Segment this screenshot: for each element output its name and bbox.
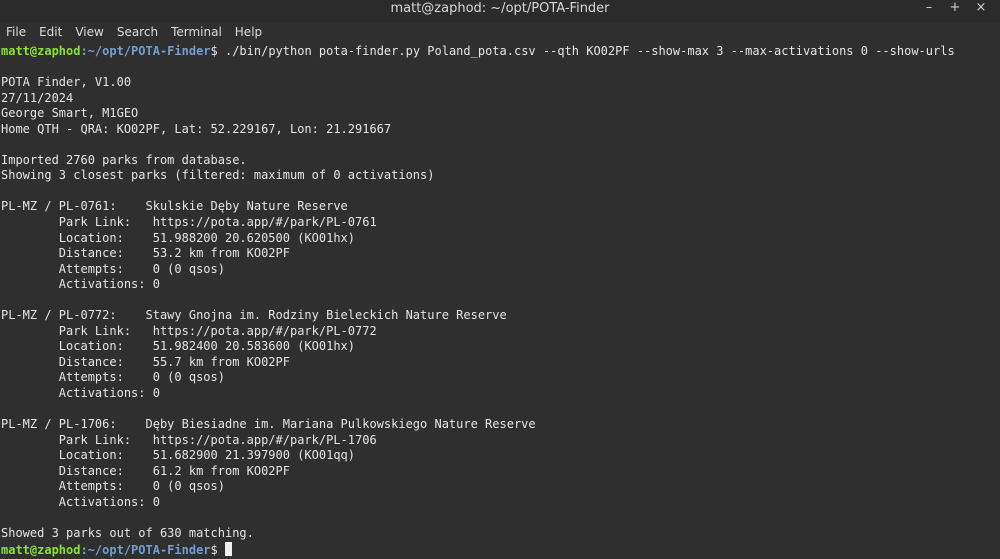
output-line: Attempts: 0 (0 qsos) xyxy=(1,261,225,276)
output-line: Showed 3 parks out of 630 matching. xyxy=(1,525,254,540)
output-line: Location: 51.982400 20.583600 (KO01hx) xyxy=(1,339,356,354)
menu-help[interactable]: Help xyxy=(235,22,262,42)
prompt-path: :~/opt/POTA-Finder xyxy=(80,542,211,557)
window-controls: – + × xyxy=(916,0,994,17)
window-title: matt@zaphod: ~/opt/POTA-Finder xyxy=(390,1,610,16)
prompt-line[interactable]: matt@zaphod:~/opt/POTA-Finder$ xyxy=(1,541,1000,558)
prompt-symbol: $ xyxy=(210,44,225,58)
output-line: Home QTH - QRA: KO02PF, Lat: 52.229167, … xyxy=(1,121,392,136)
output-line: Attempts: 0 (0 qsos) xyxy=(1,370,225,385)
menu-bar: File Edit View Search Terminal Help xyxy=(0,22,1000,42)
output-line: 27/11/2024 xyxy=(1,90,74,105)
command-text: ./bin/python pota-finder.py Poland_pota.… xyxy=(224,44,955,58)
menu-view[interactable]: View xyxy=(75,22,103,42)
menu-file[interactable]: File xyxy=(6,22,26,42)
output-line: Location: 51.988200 20.620500 (KO01hx) xyxy=(1,230,356,245)
output-line: PL-MZ / PL-1706: Dęby Biesiadne im. Mari… xyxy=(1,417,536,432)
prompt-path: :~/opt/POTA-Finder xyxy=(80,44,211,58)
terminal-window: matt@zaphod: ~/opt/POTA-Finder – + × Fil… xyxy=(0,0,1000,559)
output-line: Activations: 0 xyxy=(1,277,160,292)
terminal-output[interactable]: matt@zaphod:~/opt/POTA-Finder$ ./bin/pyt… xyxy=(0,42,1000,559)
title-bar[interactable]: matt@zaphod: ~/opt/POTA-Finder – + × xyxy=(0,0,1000,22)
output-line: Park Link: https://pota.app/#/park/PL-17… xyxy=(1,432,377,447)
output-line: Location: 51.682900 21.397900 (KO01qq) xyxy=(1,448,356,463)
output-line: PL-MZ / PL-0772: Stawy Gnojna im. Rodzin… xyxy=(1,308,507,323)
minimize-button[interactable]: – xyxy=(916,0,942,17)
output-line: PL-MZ / PL-0761: Skulskie Dęby Nature Re… xyxy=(1,199,348,214)
output-line: Attempts: 0 (0 qsos) xyxy=(1,479,225,494)
output-line: Activations: 0 xyxy=(1,494,160,509)
output-line: Park Link: https://pota.app/#/park/PL-07… xyxy=(1,323,377,338)
menu-terminal[interactable]: Terminal xyxy=(171,22,222,42)
prompt-symbol: $ xyxy=(210,542,225,557)
close-button[interactable]: × xyxy=(968,0,994,17)
output-line: Distance: 55.7 km from KO02PF xyxy=(1,354,290,369)
command-line: matt@zaphod:~/opt/POTA-Finder$ ./bin/pyt… xyxy=(1,44,1000,60)
output-line: POTA Finder, V1.00 xyxy=(1,75,132,90)
text-cursor xyxy=(224,541,232,556)
menu-search[interactable]: Search xyxy=(117,22,158,42)
output-line: Imported 2760 parks from database. xyxy=(1,152,247,167)
output-line: Distance: 53.2 km from KO02PF xyxy=(1,246,290,261)
output-line: George Smart, M1GEO xyxy=(1,106,139,121)
menu-edit[interactable]: Edit xyxy=(39,22,62,42)
output-line: Park Link: https://pota.app/#/park/PL-07… xyxy=(1,215,377,230)
output-line: Showing 3 closest parks (filtered: maxim… xyxy=(1,168,435,183)
output-line: Activations: 0 xyxy=(1,386,160,401)
maximize-button[interactable]: + xyxy=(942,0,968,17)
output-line: Distance: 61.2 km from KO02PF xyxy=(1,463,290,478)
prompt-user-host: matt@zaphod xyxy=(1,44,81,58)
prompt-user-host: matt@zaphod xyxy=(1,542,81,557)
